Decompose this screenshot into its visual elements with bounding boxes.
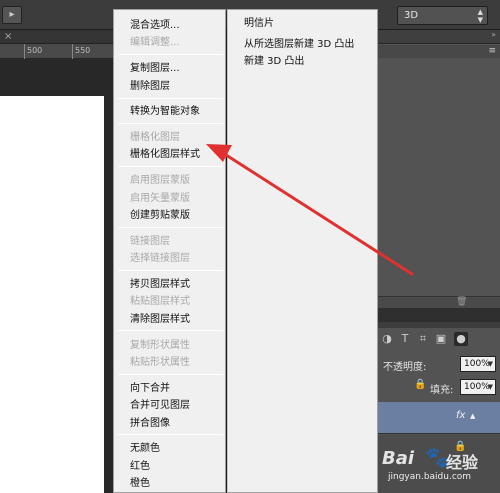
panel-content — [378, 58, 500, 296]
panel-bottom-toolbar: 🗑 — [378, 296, 500, 308]
ruler-label-500: 500 — [27, 46, 43, 55]
opacity-value: 100% — [464, 359, 490, 369]
panel-divider — [378, 308, 500, 322]
menu-item-merge-down[interactable]: 向下合并 — [130, 381, 170, 396]
lock-all-icon[interactable]: 🔒 — [414, 379, 426, 390]
fx-icon[interactable]: fx — [456, 410, 465, 421]
trash-icon[interactable]: 🗑 — [456, 297, 467, 307]
menu-item-paste-layer-style: 粘贴图层样式 — [130, 296, 190, 307]
panel-collapse-icon[interactable]: » — [491, 30, 496, 39]
menu-separator — [118, 123, 223, 124]
dropdown-arrow-icon: ▼ — [487, 383, 493, 391]
filter-type-icon[interactable]: T — [398, 332, 412, 346]
canvas-area[interactable] — [0, 60, 115, 493]
menu-item-blending-options[interactable]: 混合选项... — [130, 18, 180, 33]
menu-item-convert-to-smart-object[interactable]: 转换为智能对象 — [130, 104, 200, 119]
3d-submenu: 明信片 从所选图层新建 3D 凸出 新建 3D 凸出 — [227, 9, 378, 493]
menu-separator — [118, 270, 223, 271]
submenu-item-new-3d-extrusion[interactable]: 新建 3D 凸出 — [244, 54, 304, 69]
document-canvas[interactable] — [0, 96, 104, 493]
3d-mode-select[interactable]: 3D ▲ ▼ — [397, 6, 488, 25]
fill-row: 🔒 填充: 100% ▼ — [378, 376, 500, 398]
menu-item-enable-vector-mask: 启用矢量蒙版 — [130, 193, 190, 204]
watermark-brand: 经验 — [446, 453, 479, 472]
3d-mode-select-value: 3D — [404, 10, 419, 21]
fx-expand-icon[interactable]: ▲ — [470, 412, 475, 420]
filter-smart-object-icon[interactable]: ▣ — [434, 332, 448, 346]
horizontal-ruler: 500 550 — [0, 44, 115, 59]
menu-item-copy-shape-attributes: 复制形状属性 — [130, 340, 190, 351]
menu-item-edit-adjustment: 编辑调整... — [130, 37, 180, 48]
filter-adjustment-icon[interactable]: ◑ — [380, 332, 394, 346]
select-arrows-icon: ▲ ▼ — [477, 8, 483, 24]
menu-item-enable-layer-mask: 启用图层蒙版 — [130, 175, 190, 186]
submenu-item-new-3d-extrusion-from-selected[interactable]: 从所选图层新建 3D 凸出 — [244, 37, 354, 52]
right-panels: » ≡ 🗑 ◑ T ⌗ ▣ ● 不透明度: 100% ▼ 🔒 填充: 100% … — [378, 30, 500, 493]
menu-item-red[interactable]: 红色 — [130, 459, 150, 474]
menu-item-paste-shape-attributes: 粘贴形状属性 — [130, 357, 190, 368]
menu-item-select-linked-layers: 选择链接图层 — [130, 253, 190, 264]
submenu-item-postcard[interactable]: 明信片 — [244, 16, 274, 31]
menu-item-create-clipping-mask[interactable]: 创建剪贴蒙版 — [130, 208, 190, 223]
menu-separator — [118, 434, 223, 435]
menu-separator — [118, 98, 223, 99]
layer-filter-row: ◑ T ⌗ ▣ ● — [378, 328, 500, 350]
fill-input[interactable]: 100% ▼ — [460, 379, 496, 395]
menu-separator — [118, 54, 223, 55]
opacity-label: 不透明度: — [383, 362, 427, 373]
menu-separator — [118, 374, 223, 375]
menu-separator — [118, 166, 223, 167]
menu-item-clear-layer-style[interactable]: 清除图层样式 — [130, 312, 190, 327]
panel-subheader: ≡ — [378, 45, 500, 58]
menu-item-rasterize-layer: 栅格化图层 — [130, 132, 180, 143]
layer-context-menu: 混合选项... 编辑调整... 复制图层... 删除图层转换为智能对象栅格化图层栅格化… — [113, 9, 226, 493]
menu-separator — [118, 227, 223, 228]
tool-preset-button[interactable]: ▸ — [2, 6, 22, 24]
watermark-url: jingyan.baidu.com — [388, 472, 472, 482]
menu-item-merge-visible[interactable]: 合并可见图层 — [130, 398, 190, 413]
menu-item-link-layers: 链接图层 — [130, 236, 170, 247]
menu-item-copy-layer-style[interactable]: 拷贝图层样式 — [130, 277, 190, 292]
menu-item-flatten-image[interactable]: 拼合图像 — [130, 416, 170, 431]
opacity-input[interactable]: 100% ▼ — [460, 356, 496, 372]
panel-menu-icon[interactable]: ≡ — [488, 46, 496, 56]
close-tab-icon[interactable]: × — [4, 31, 12, 42]
menu-item-duplicate-layer[interactable]: 复制图层... — [130, 61, 180, 76]
menu-item-rasterize-layer-style[interactable]: 栅格化图层样式 — [130, 147, 200, 162]
ruler-label-550: 550 — [75, 46, 91, 55]
fill-label: 填充: — [430, 385, 454, 396]
filter-shape-icon[interactable]: ⌗ — [416, 332, 430, 346]
dropdown-arrow-icon: ▼ — [487, 360, 493, 368]
menu-separator — [118, 330, 223, 331]
menu-item-delete-layer[interactable]: 删除图层 — [130, 79, 170, 94]
selected-layer-row[interactable]: fx ▲ — [378, 402, 500, 434]
menu-item-orange[interactable]: 橙色 — [130, 476, 150, 491]
baidu-jingyan-watermark: Bai 🐾 经验 jingyan.baidu.com — [382, 445, 500, 486]
opacity-row: 不透明度: 100% ▼ — [378, 353, 500, 375]
fill-value: 100% — [464, 382, 490, 392]
panel-header: » — [378, 30, 500, 44]
document-tab-bar: × — [0, 30, 115, 44]
watermark-logo: Bai — [382, 448, 415, 469]
filter-toggle-icon[interactable]: ● — [454, 332, 468, 346]
menu-item-no-color[interactable]: 无颜色 — [130, 441, 160, 456]
